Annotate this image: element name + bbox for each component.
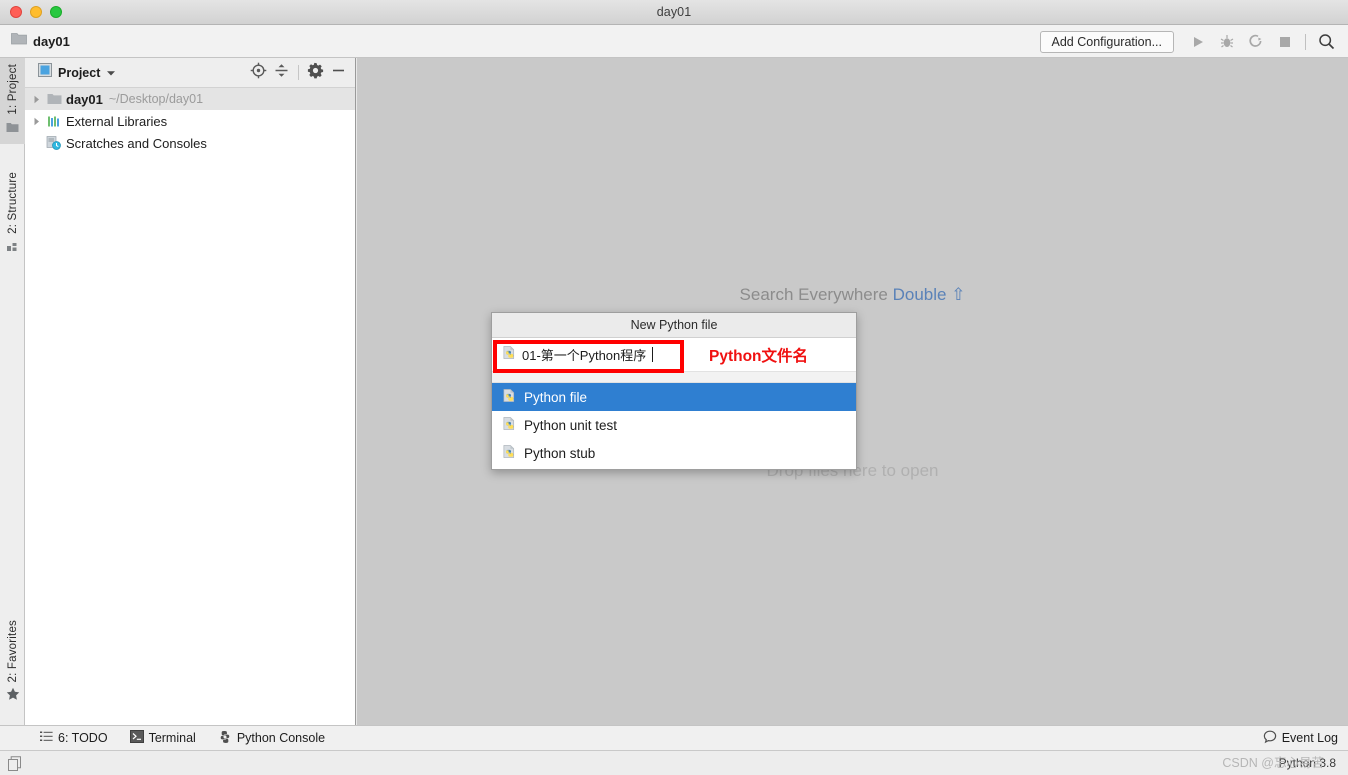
add-configuration-button[interactable]: Add Configuration... [1039,30,1174,53]
tree-node-external-libraries[interactable]: External Libraries [25,110,355,132]
tool-window-python-console[interactable]: Python Console [218,730,325,747]
tree-node-day01-path: ~/Desktop/day01 [108,92,204,106]
new-python-file-popup: New Python file 01-第一个Python程序 Python文件名 [491,312,857,470]
hide-panel-icon[interactable] [330,62,347,84]
scroll-from-source-icon[interactable] [250,62,267,84]
search-icon[interactable] [1313,28,1340,55]
tool-window-terminal[interactable]: Terminal [129,730,196,746]
tree-node-scratches-and-consoles-label: Scratches and Consoles [66,135,207,151]
annotation-label: Python文件名 [709,347,809,365]
project-panel-title: Project [58,65,101,80]
breadcrumb-label: day01 [33,33,70,49]
popup-input-row: 01-第一个Python程序 Python文件名 [492,338,856,372]
python-icon [218,730,232,747]
sidebar-tab-structure[interactable]: 2: Structure [0,166,25,263]
chevron-right-icon[interactable] [29,95,45,104]
project-tool-window: Project day01 ~/Desktop/day01 External L… [25,58,356,725]
new-file-name-input[interactable]: 01-第一个Python程序 [497,340,687,369]
sidebar-tab-favorites[interactable]: 2: Favorites [0,614,25,712]
window-title: day01 [656,5,692,19]
popup-option-python-stub[interactable]: Python stub [492,439,856,467]
text-caret [652,347,654,362]
folder-icon [6,120,19,138]
stop-icon[interactable] [1271,28,1298,55]
collapse-all-icon[interactable] [273,62,290,84]
search-everywhere-hint: Search Everywhere Double ⇧ [357,285,1348,305]
libraries-icon [45,115,63,128]
sidebar-tab-project[interactable]: 1: Project [0,58,25,144]
balloon-icon [1263,730,1277,747]
tool-window-todo[interactable]: 6: TODO [40,731,108,745]
project-view-selector[interactable]: Project [38,63,116,82]
chevron-down-icon[interactable] [106,64,116,82]
memory-indicator-icon[interactable] [8,755,23,771]
popup-title: New Python file [492,313,856,338]
python-file-icon [502,416,517,434]
popup-option-python-file[interactable]: Python file [492,383,856,411]
folder-icon [45,93,63,105]
status-bar: Python 3.8 [0,750,1348,775]
scratches-icon [45,136,63,150]
left-tool-strip: 1: Project 2: Structure 2: Favorites [0,58,25,725]
project-view-icon [38,63,52,82]
breadcrumb[interactable]: day01 [11,32,70,50]
chevron-right-icon[interactable] [29,117,45,126]
project-panel-header: Project [25,58,355,88]
folder-icon [11,32,27,50]
window-title-bar: day01 [0,0,1348,25]
run-icon[interactable] [1184,28,1211,55]
sidebar-tab-structure-label: 2: Structure [6,172,19,234]
search-everywhere-hint-shortcut: Double ⇧ [892,285,966,304]
event-log-button[interactable]: Event Log [1263,730,1338,747]
tree-node-scratches-and-consoles[interactable]: Scratches and Consoles [25,132,355,154]
terminal-icon [129,730,144,746]
run-coverage-icon[interactable] [1242,28,1269,55]
python-file-icon [502,444,517,462]
navigation-bar: day01 Add Configuration... [0,25,1348,58]
search-everywhere-hint-text: Search Everywhere [739,285,888,304]
structure-icon [6,239,19,257]
new-file-name-value: 01-第一个Python程序 [522,348,647,363]
pycharm-window: day01 day01 Add Configuration... 1: Proj… [0,0,1348,775]
python-file-icon [502,388,517,406]
popup-option-python-unit-test[interactable]: Python unit test [492,411,856,439]
popup-option-python-file-label: Python file [524,389,588,405]
python-file-icon [502,345,517,365]
debug-icon[interactable] [1213,28,1240,55]
sidebar-tab-favorites-label: 2: Favorites [6,620,19,683]
event-log-label: Event Log [1281,731,1338,745]
toolbar-separator [1305,33,1306,50]
bottom-tool-window-bar: 6: TODO Terminal Python Console Event Lo… [0,725,1348,750]
tool-window-terminal-label: Terminal [148,731,196,745]
tree-node-external-libraries-label: External Libraries [66,113,168,129]
tree-node-day01[interactable]: day01 ~/Desktop/day01 [25,88,355,110]
tool-window-python-console-label: Python Console [236,731,326,745]
tool-window-todo-label: 6: TODO [58,731,108,745]
todo-icon [40,731,53,745]
tree-node-day01-label: day01 [66,91,103,107]
popup-option-python-unit-test-label: Python unit test [524,417,618,433]
navbar-actions: Add Configuration... [1039,25,1341,58]
settings-gear-icon[interactable] [307,62,324,84]
popup-separator [492,372,856,383]
project-tree: day01 ~/Desktop/day01 External Libraries [25,88,355,154]
csdn-watermark: CSDN @忘心易苦 [1222,756,1324,770]
star-icon [6,687,20,706]
popup-option-list: Python file Python unit test Python stub [492,383,856,469]
panel-action-separator [298,65,299,80]
sidebar-tab-project-label: 1: Project [6,64,19,115]
project-panel-actions [250,62,347,84]
popup-option-python-stub-label: Python stub [524,445,596,461]
